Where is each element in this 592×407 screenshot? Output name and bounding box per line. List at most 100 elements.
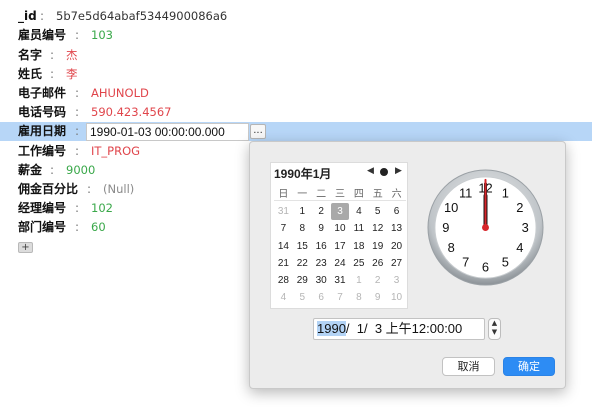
calendar-day[interactable]: 2 [368,272,387,289]
day-grid: 31 1 2 3 4 5 6 7 8 9 10 11 12 13 14 15 16 17 18 19 20 21 22 23 2… [274,203,406,307]
calendar-day[interactable]: 5 [368,203,387,220]
datetime-stepper[interactable]: ▲ ▼ [488,318,501,340]
field-value[interactable]: 590.423.4567 [91,103,171,122]
calendar-day[interactable]: 13 [387,220,406,237]
calendar-day[interactable]: 3 [387,272,406,289]
calendar-day[interactable]: 17 [331,238,350,255]
field-key: 姓氏 [18,67,43,81]
field-row[interactable]: 雇用日期:1990-01-03 00:00:00.000... [0,122,592,141]
field-key: 佣金百分比 [18,182,79,196]
calendar-day[interactable]: 1 [293,203,312,220]
calendar-day[interactable]: 23 [312,255,331,272]
calendar-day[interactable]: 11 [349,220,368,237]
calendar-day[interactable]: 26 [368,255,387,272]
field-separator: : [75,28,80,42]
calendar-day[interactable]: 18 [349,238,368,255]
field-key: 部门编号 [18,220,67,234]
field-value[interactable]: 60 [91,218,106,237]
calendar-day[interactable]: 1 [349,272,368,289]
calendar-day[interactable]: 19 [368,238,387,255]
today-dot-icon[interactable] [380,168,388,176]
field-separator: : [75,105,80,119]
clock-numeral: 4 [516,240,523,255]
field-value[interactable]: 5b7e5d64abaf5344900086a6 [56,7,227,26]
field-row[interactable]: 雇员编号:103 [0,26,592,45]
calendar-day[interactable]: 5 [293,289,312,306]
calendar-day[interactable]: 31 [274,203,293,220]
field-key: 雇用日期 [18,124,67,138]
datetime-rest[interactable]: / 1/ 3 上午12:00:00 [346,321,462,336]
ok-button[interactable]: 确定 [503,357,555,376]
year-segment[interactable]: 1990 [317,321,346,336]
clock-numeral: 8 [448,240,455,255]
clock-numeral: 3 [522,220,529,235]
weekday-label: 二 [316,189,327,200]
previous-month-icon[interactable]: ◀ [367,166,374,176]
field-row[interactable]: 姓氏: 李 [0,65,592,84]
field-value[interactable]: 102 [91,199,113,218]
clock-numeral: 6 [482,260,489,275]
calendar-day[interactable]: 9 [368,289,387,306]
field-key: _id [18,9,37,23]
field-value[interactable]: (Null) [103,180,134,199]
cancel-button[interactable]: 取消 [442,357,495,376]
calendar-day[interactable]: 22 [293,255,312,272]
field-key: 工作编号 [18,144,67,158]
field-value[interactable]: IT_PROG [91,142,140,161]
analog-clock[interactable]: 121234567891011 [426,168,545,287]
calendar-day[interactable]: 29 [293,272,312,289]
field-row[interactable]: 电话号码:590.423.4567 [0,103,592,122]
calendar-day[interactable]: 25 [349,255,368,272]
field-separator: : [50,163,55,177]
clock-numeral: 11 [459,186,472,201]
field-value[interactable]: 李 [66,65,78,84]
calendar-day[interactable]: 24 [331,255,350,272]
next-month-icon[interactable]: ▶ [395,166,402,176]
calendar-day[interactable]: 4 [274,289,293,306]
calendar-day[interactable]: 16 [312,238,331,255]
weekday-label: 六 [391,189,402,200]
field-row[interactable]: _id:5b7e5d64abaf5344900086a6 [0,7,592,26]
clock-numeral: 9 [442,220,449,235]
datetime-field[interactable]: 1990/ 1/ 3 上午12:00:00 [313,318,485,340]
calendar-day[interactable]: 4 [349,203,368,220]
open-date-picker-button[interactable]: ... [250,124,266,139]
calendar-day[interactable]: 31 [331,272,350,289]
calendar-day[interactable]: 8 [293,220,312,237]
field-row[interactable]: 电子邮件: AHUNOLD [0,84,592,103]
hire-date-input[interactable]: 1990-01-03 00:00:00.000 [86,123,249,141]
field-row[interactable]: 名字: 杰 [0,46,592,65]
clock-numeral: 7 [462,254,469,269]
calendar-month-title: 1990年1月 [274,167,332,181]
calendar-day[interactable]: 28 [274,272,293,289]
calendar-day-selected[interactable]: 3 [330,203,350,221]
calendar-day[interactable]: 15 [293,238,312,255]
clock-numeral: 5 [502,254,509,269]
calendar-day[interactable]: 2 [312,203,331,220]
field-value[interactable]: 杰 [66,46,78,65]
calendar-day[interactable]: 10 [331,220,350,237]
calendar-day[interactable]: 7 [274,220,293,237]
calendar-day[interactable]: 10 [387,289,406,306]
calendar-day[interactable]: 9 [312,220,331,237]
add-field-button[interactable]: + [18,242,33,253]
calendar-day[interactable]: 7 [331,289,350,306]
calendar-day[interactable]: 14 [274,238,293,255]
calendar-day[interactable]: 27 [387,255,406,272]
field-key: 雇员编号 [18,28,67,42]
calendar-day[interactable]: 30 [312,272,331,289]
weekday-label: 一 [297,189,308,200]
calendar-day[interactable]: 20 [387,238,406,255]
field-value[interactable]: AHUNOLD [91,84,149,103]
field-separator: : [75,201,80,215]
calendar-day[interactable]: 12 [368,220,387,237]
calendar-day[interactable]: 6 [387,203,406,220]
field-value[interactable]: 9000 [66,161,95,180]
field-separator: : [87,182,92,196]
field-key: 电话号码 [18,105,67,119]
field-value[interactable]: 103 [91,26,113,45]
clock-numeral: 10 [444,200,458,215]
calendar-day[interactable]: 21 [274,255,293,272]
calendar-day[interactable]: 8 [349,289,368,306]
calendar-day[interactable]: 6 [312,289,331,306]
